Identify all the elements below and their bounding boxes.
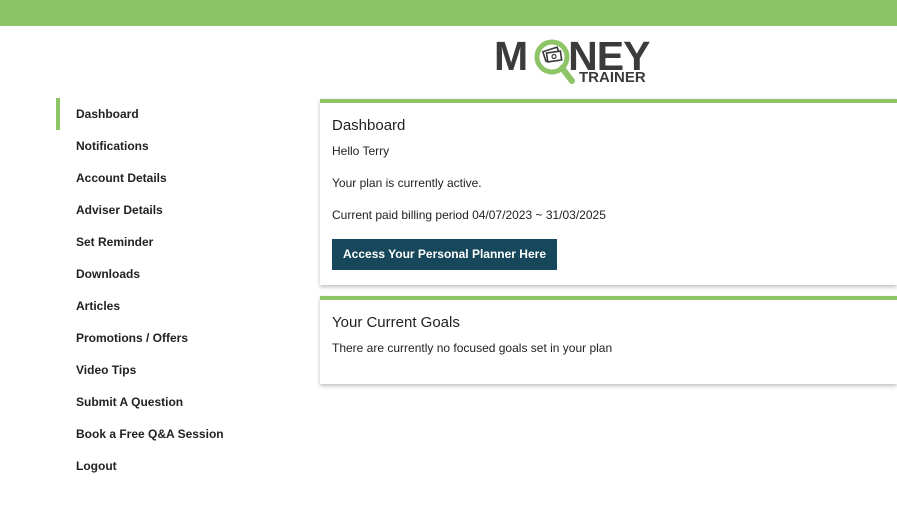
dashboard-card: Dashboard Hello Terry Your plan is curre… bbox=[320, 99, 897, 285]
sidebar-item-logout[interactable]: Logout bbox=[56, 450, 296, 482]
money-trainer-logo[interactable]: M NEY TRAINER bbox=[494, 36, 656, 88]
sidebar-item-set-reminder[interactable]: Set Reminder bbox=[56, 226, 296, 258]
dashboard-title: Dashboard bbox=[332, 117, 406, 134]
sidebar-item-adviser-details[interactable]: Adviser Details bbox=[56, 194, 296, 226]
goals-message: There are currently no focused goals set… bbox=[332, 341, 613, 355]
top-accent-bar bbox=[0, 0, 897, 26]
goals-title: Your Current Goals bbox=[332, 314, 460, 331]
sidebar-item-dashboard[interactable]: Dashboard bbox=[56, 98, 296, 130]
sidebar-item-submit-question[interactable]: Submit A Question bbox=[56, 386, 296, 418]
greeting-text: Hello Terry bbox=[332, 144, 390, 158]
sidebar-item-notifications[interactable]: Notifications bbox=[56, 130, 296, 162]
sidebar-item-account-details[interactable]: Account Details bbox=[56, 162, 296, 194]
plan-status-text: Your plan is currently active. bbox=[332, 176, 482, 190]
logo-text-m: M bbox=[494, 33, 528, 79]
sidebar-nav: Dashboard Notifications Account Details … bbox=[56, 98, 296, 482]
sidebar-item-downloads[interactable]: Downloads bbox=[56, 258, 296, 290]
access-planner-button[interactable]: Access Your Personal Planner Here bbox=[332, 239, 557, 270]
sidebar-item-video-tips[interactable]: Video Tips bbox=[56, 354, 296, 386]
sidebar-item-book-qa-session[interactable]: Book a Free Q&A Session bbox=[56, 418, 296, 450]
sidebar-item-articles[interactable]: Articles bbox=[56, 290, 296, 322]
billing-period-text: Current paid billing period 04/07/2023 ~… bbox=[332, 208, 606, 222]
current-goals-card: Your Current Goals There are currently n… bbox=[320, 296, 897, 384]
sidebar-item-promotions-offers[interactable]: Promotions / Offers bbox=[56, 322, 296, 354]
logo-subtitle: TRAINER bbox=[579, 69, 646, 86]
